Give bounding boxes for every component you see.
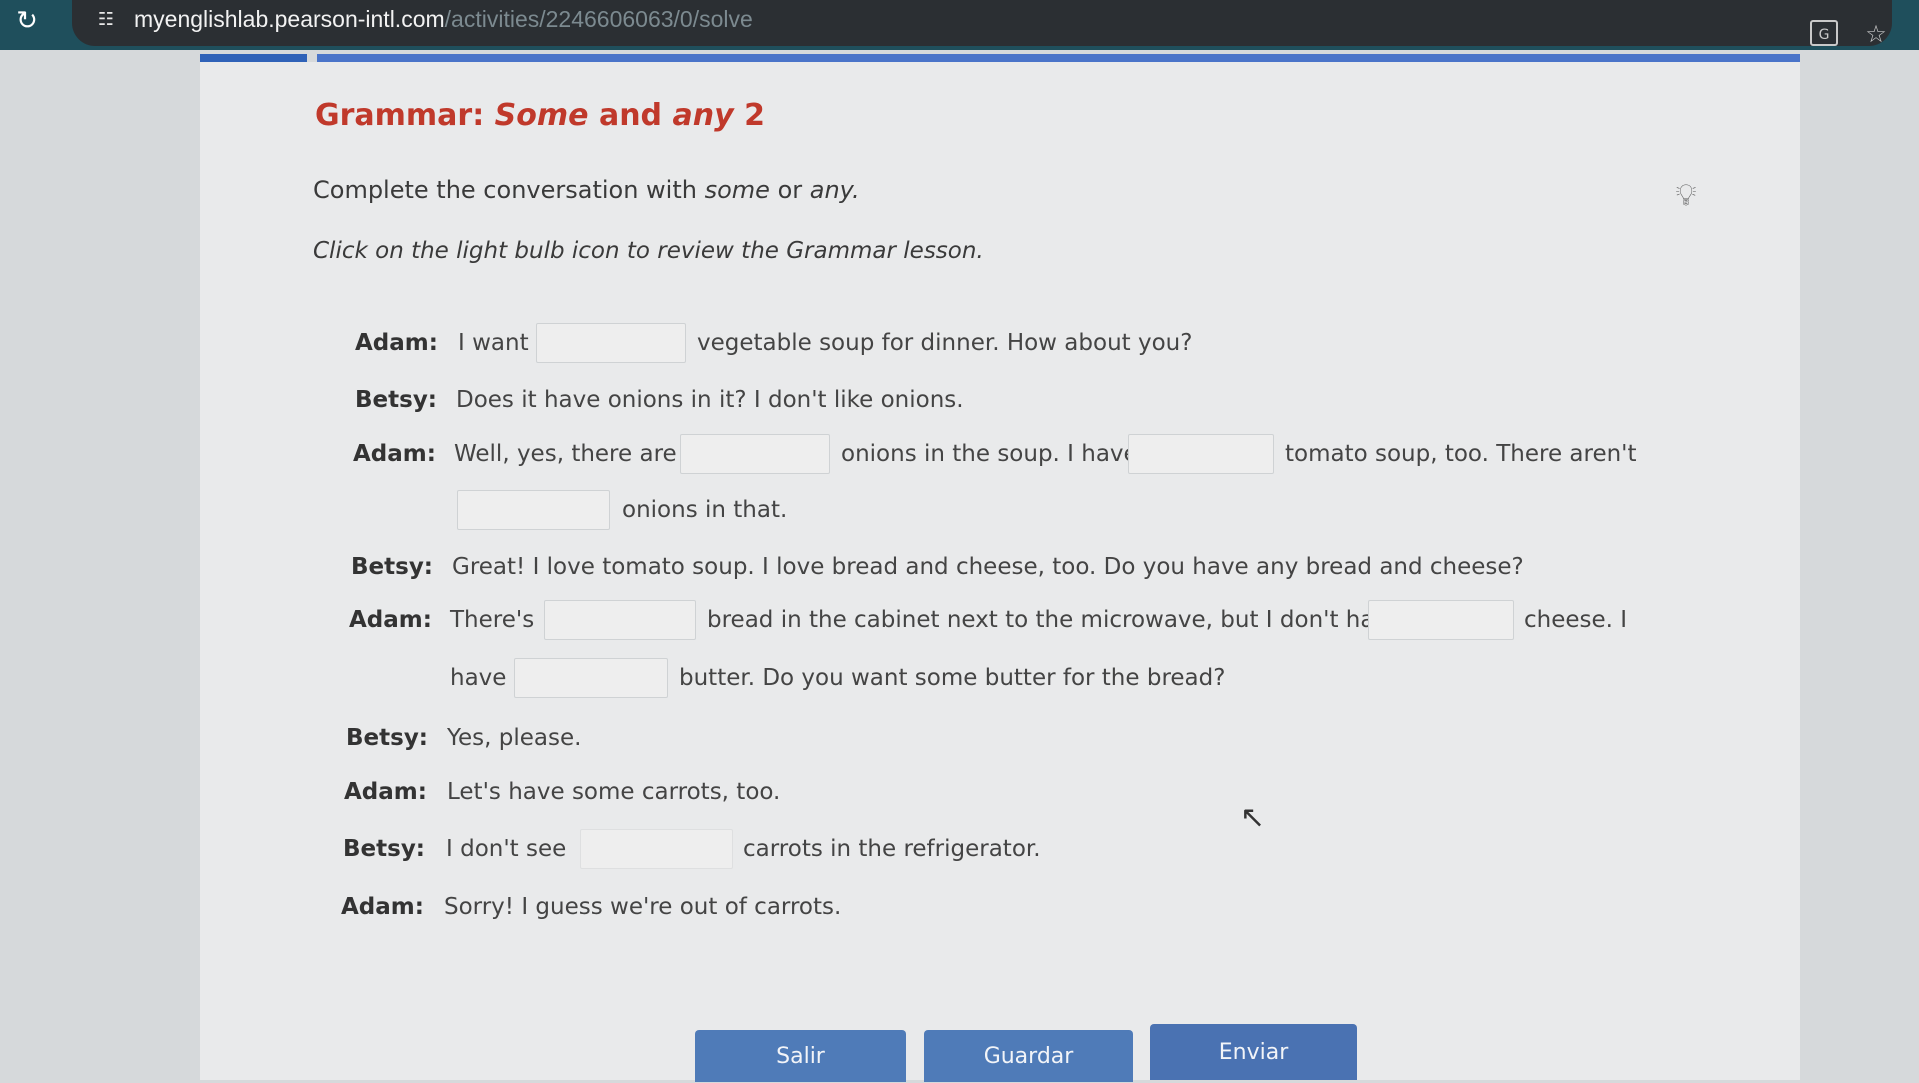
- dialogue-line: Adam: Well, yes, there are onions in the…: [353, 434, 1753, 474]
- answer-blank-1[interactable]: [536, 323, 686, 363]
- hint-text: Click on the light bulb icon to review t…: [313, 238, 984, 264]
- page-title: Grammar: Some and any 2: [315, 98, 765, 133]
- url-path: /activities/2246606063/0/solve: [444, 6, 753, 32]
- url-host: myenglishlab.pearson-intl.com: [134, 6, 445, 32]
- dialogue-line: Adam: I want vegetable soup for dinner. …: [355, 323, 1755, 363]
- dialogue-line: have butter. Do you want some butter for…: [450, 658, 1250, 698]
- dialogue-line: Betsy: Yes, please.: [346, 718, 1146, 758]
- reload-icon[interactable]: ↻: [12, 6, 42, 36]
- dialogue-line: Adam: Sorry! I guess we're out of carrot…: [341, 887, 1241, 927]
- mouse-cursor-icon: ↖: [1240, 800, 1266, 835]
- dialogue-line: Betsy: Does it have onions in it? I don'…: [355, 380, 1755, 420]
- translate-icon[interactable]: G: [1810, 20, 1838, 46]
- answer-blank-3[interactable]: [1128, 434, 1274, 474]
- lightbulb-icon[interactable]: 💡︎: [1670, 176, 1702, 216]
- speaker-adam: Adam:: [341, 894, 424, 920]
- answer-blank-6[interactable]: [1368, 600, 1514, 640]
- answer-blank-2[interactable]: [680, 434, 830, 474]
- star-icon[interactable]: ☆: [1862, 20, 1890, 48]
- speaker-betsy: Betsy:: [355, 387, 438, 413]
- url-text[interactable]: myenglishlab.pearson-intl.com/activities…: [134, 4, 753, 34]
- progress-strip: [200, 54, 1800, 62]
- speaker-adam: Adam:: [353, 441, 436, 467]
- dialogue-line: Betsy: Great! I love tomato soup. I love…: [351, 547, 1801, 587]
- speaker-betsy: Betsy:: [346, 725, 429, 751]
- dialogue-line: Betsy: I don't see carrots in the refrig…: [343, 829, 1243, 869]
- exit-button[interactable]: Salir: [695, 1030, 906, 1082]
- submit-button[interactable]: Enviar: [1150, 1024, 1357, 1080]
- answer-blank-5[interactable]: [544, 600, 696, 640]
- save-button[interactable]: Guardar: [924, 1030, 1133, 1082]
- speaker-adam: Adam:: [349, 607, 432, 633]
- dialogue-line: Adam: There's bread in the cabinet next …: [349, 600, 1799, 640]
- speaker-adam: Adam:: [344, 779, 427, 805]
- dialogue-line: Adam: Let's have some carrots, too.: [344, 772, 1144, 812]
- dialogue-line: onions in that.: [457, 490, 1057, 530]
- answer-blank-7[interactable]: [514, 658, 668, 698]
- instruction-text: Complete the conversation with some or a…: [313, 176, 860, 204]
- answer-blank-8[interactable]: [580, 829, 733, 869]
- speaker-adam: Adam:: [355, 330, 438, 356]
- speaker-betsy: Betsy:: [343, 836, 426, 862]
- answer-blank-4[interactable]: [457, 490, 610, 530]
- speaker-betsy: Betsy:: [351, 554, 434, 580]
- site-settings-icon[interactable]: ☷: [94, 8, 118, 32]
- browser-toolbar: ↻ ☷ myenglishlab.pearson-intl.com/activi…: [0, 0, 1919, 50]
